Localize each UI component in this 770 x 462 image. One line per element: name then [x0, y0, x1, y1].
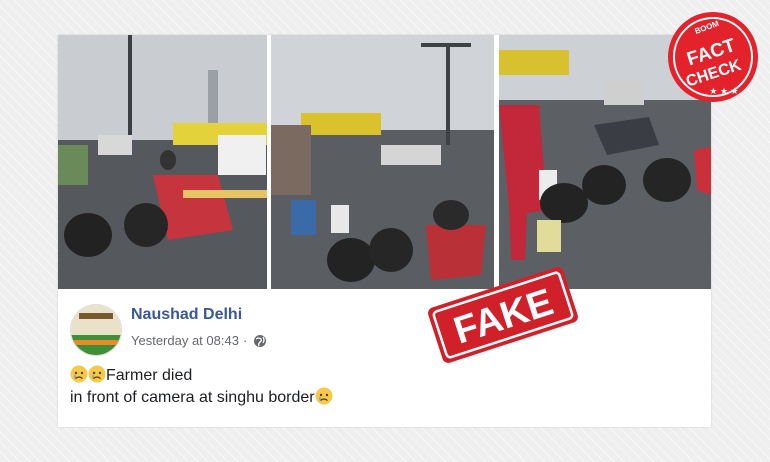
video-frame-1 — [58, 35, 267, 289]
video-frame-2 — [271, 35, 494, 289]
post-timestamp[interactable]: Yesterday at 08:43 — [131, 333, 239, 348]
post-body: Naushad Delhi Yesterday at 08:43 · Farme… — [58, 289, 711, 427]
post-meta: Yesterday at 08:43 · — [131, 333, 267, 348]
author-name[interactable]: Naushad Delhi — [131, 306, 242, 324]
post-text: Farmer died in front of camera at singhu… — [70, 365, 333, 409]
post-text-content-1: Farmer died — [106, 367, 193, 384]
post-text-content-2: in front of camera at singhu border — [70, 389, 315, 406]
post-text-line-2: in front of camera at singhu border — [70, 387, 333, 409]
crying-face-emoji-icon — [315, 387, 333, 405]
avatar[interactable] — [70, 304, 122, 356]
post-card: Naushad Delhi Yesterday at 08:43 · Farme… — [58, 35, 711, 427]
post-text-line-1: Farmer died — [70, 365, 333, 387]
globe-icon — [253, 334, 267, 348]
badge-stars-icon: ★ ★ ★ — [709, 86, 738, 96]
video-frames — [58, 35, 711, 289]
fact-check-badge: BOOM FACT CHECK ★ ★ ★ — [666, 10, 760, 104]
crying-face-emoji-icon — [70, 365, 88, 383]
crying-face-emoji-icon — [88, 365, 106, 383]
meta-separator: · — [242, 333, 248, 348]
